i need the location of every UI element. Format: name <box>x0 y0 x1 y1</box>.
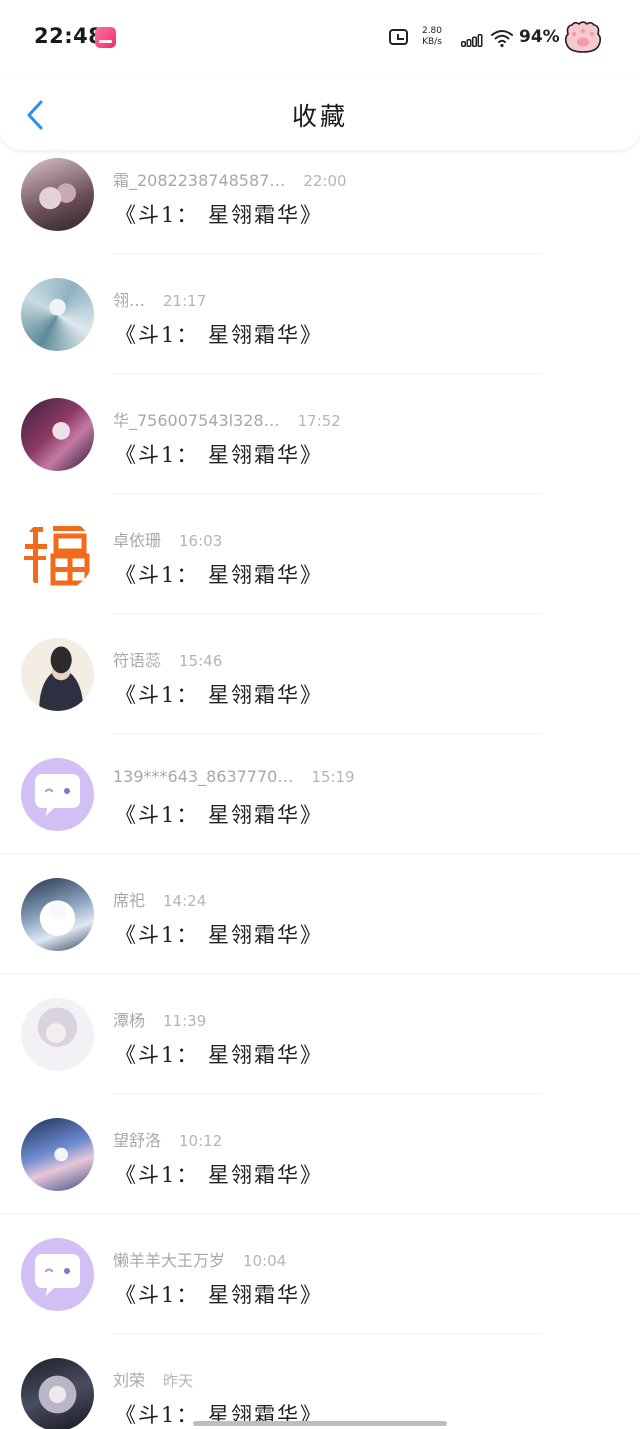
sender-name: 潭杨 <box>113 1011 146 1030</box>
chat-bubble-icon <box>35 1254 80 1296</box>
avatar <box>21 278 94 351</box>
item-meta: 139***643_8637770… 15:19 <box>113 767 355 786</box>
item-time: 14:24 <box>163 892 207 910</box>
item-time: 17:52 <box>297 412 341 430</box>
sender-name: 翎… <box>113 291 146 310</box>
item-meta: 潭杨 11:39 <box>113 1007 206 1031</box>
sender-name: 席祀 <box>113 891 146 910</box>
avatar <box>21 1238 94 1311</box>
item-meta: 霜_2082238748587… 22:00 <box>113 167 347 191</box>
sender-name: 懒羊羊大王万岁 <box>113 1251 226 1270</box>
page-title: 收藏 <box>291 102 348 131</box>
list-item[interactable]: 席祀 14:24 《斗1： 星翎霜华》 <box>0 854 640 974</box>
chat-bubble-icon <box>35 774 80 816</box>
avatar <box>21 158 94 231</box>
status-time: 22:48 <box>34 24 104 48</box>
avatar <box>21 758 94 831</box>
item-message: 《斗1： 星翎霜华》 <box>115 1283 324 1307</box>
item-meta: 符语蕊 15:46 <box>113 647 222 671</box>
item-time: 16:03 <box>179 532 223 550</box>
list-item[interactable]: 霜_2082238748587… 22:00 《斗1： 星翎霜华》 <box>0 150 640 254</box>
list-item[interactable]: 符语蕊 15:46 《斗1： 星翎霜华》 <box>0 614 640 734</box>
avatar <box>21 1358 94 1429</box>
list-item[interactable]: 潭杨 11:39 《斗1： 星翎霜华》 <box>0 974 640 1094</box>
avatar <box>21 878 94 951</box>
item-meta: 华_756007543l328… 17:52 <box>113 407 341 431</box>
sender-name: 符语蕊 <box>113 651 162 670</box>
avatar <box>21 998 94 1071</box>
sender-name: 华_756007543l328… <box>113 411 280 430</box>
nav-bar: 收藏 <box>0 80 640 150</box>
battery-paw-icon <box>564 21 602 53</box>
cell-signal-icon <box>461 34 483 47</box>
item-time: 11:39 <box>163 1012 207 1030</box>
item-meta: 刘荣 昨天 <box>113 1367 193 1391</box>
avatar <box>21 398 94 471</box>
item-meta: 席祀 14:24 <box>113 887 206 911</box>
item-time: 10:04 <box>243 1252 287 1270</box>
avatar <box>21 638 94 711</box>
list-item[interactable]: 139***643_8637770… 15:19 《斗1： 星翎霜华》 <box>0 734 640 854</box>
app-notification-icon <box>95 27 116 48</box>
item-message: 《斗1： 星翎霜华》 <box>115 923 324 947</box>
wifi-icon <box>491 30 513 48</box>
item-message: 《斗1： 星翎霜华》 <box>115 443 324 467</box>
item-message: 《斗1： 星翎霜华》 <box>115 563 324 587</box>
list-item[interactable]: 望舒洛 10:12 《斗1： 星翎霜华》 <box>0 1094 640 1214</box>
battery-percent: 94% <box>519 27 560 47</box>
status-bar: 22:48 2.80 KB/s 94% <box>0 0 640 80</box>
list-item[interactable]: 华_756007543l328… 17:52 《斗1： 星翎霜华》 <box>0 374 640 494</box>
item-message: 《斗1： 星翎霜华》 <box>115 803 324 827</box>
item-message: 《斗1： 星翎霜华》 <box>115 203 324 227</box>
item-time: 22:00 <box>303 172 347 190</box>
item-meta: 望舒洛 10:12 <box>113 1127 222 1151</box>
item-time: 21:17 <box>163 292 207 310</box>
list-item[interactable]: 卓依珊 16:03 《斗1： 星翎霜华》 <box>0 494 640 614</box>
sender-name: 卓依珊 <box>113 531 162 550</box>
item-time: 10:12 <box>179 1132 223 1150</box>
item-message: 《斗1： 星翎霜华》 <box>115 323 324 347</box>
list-item[interactable]: 翎… 21:17 《斗1： 星翎霜华》 <box>0 254 640 374</box>
item-time: 15:19 <box>311 768 355 786</box>
sender-name: 望舒洛 <box>113 1131 162 1150</box>
sender-name: 刘荣 <box>113 1371 146 1390</box>
alarm-icon <box>389 29 408 45</box>
network-speed: 2.80 KB/s <box>419 26 445 48</box>
item-message: 《斗1： 星翎霜华》 <box>115 1163 324 1187</box>
list-item[interactable]: 刘荣 昨天 《斗1： 星翎霜华》 <box>0 1334 640 1429</box>
fu-character-icon <box>24 526 90 586</box>
item-time: 昨天 <box>163 1372 194 1390</box>
sender-name: 霜_2082238748587… <box>113 171 286 190</box>
item-message: 《斗1： 星翎霜华》 <box>115 683 324 707</box>
sender-name: 139***643_8637770… <box>113 767 294 786</box>
home-indicator[interactable] <box>193 1421 447 1426</box>
network-speed-unit: KB/s <box>422 37 442 47</box>
item-message: 《斗1： 星翎霜华》 <box>115 1043 324 1067</box>
network-speed-value: 2.80 <box>421 26 443 36</box>
item-meta: 翎… 21:17 <box>113 287 206 311</box>
item-meta: 卓依珊 16:03 <box>113 527 222 551</box>
avatar <box>21 1118 94 1191</box>
favorites-list: 霜_2082238748587… 22:00 《斗1： 星翎霜华》 翎… 21:17… <box>0 150 640 1429</box>
avatar <box>21 518 94 591</box>
item-time: 15:46 <box>179 652 223 670</box>
list-item[interactable]: 懒羊羊大王万岁 10:04 《斗1： 星翎霜华》 <box>0 1214 640 1334</box>
item-meta: 懒羊羊大王万岁 10:04 <box>113 1247 286 1271</box>
